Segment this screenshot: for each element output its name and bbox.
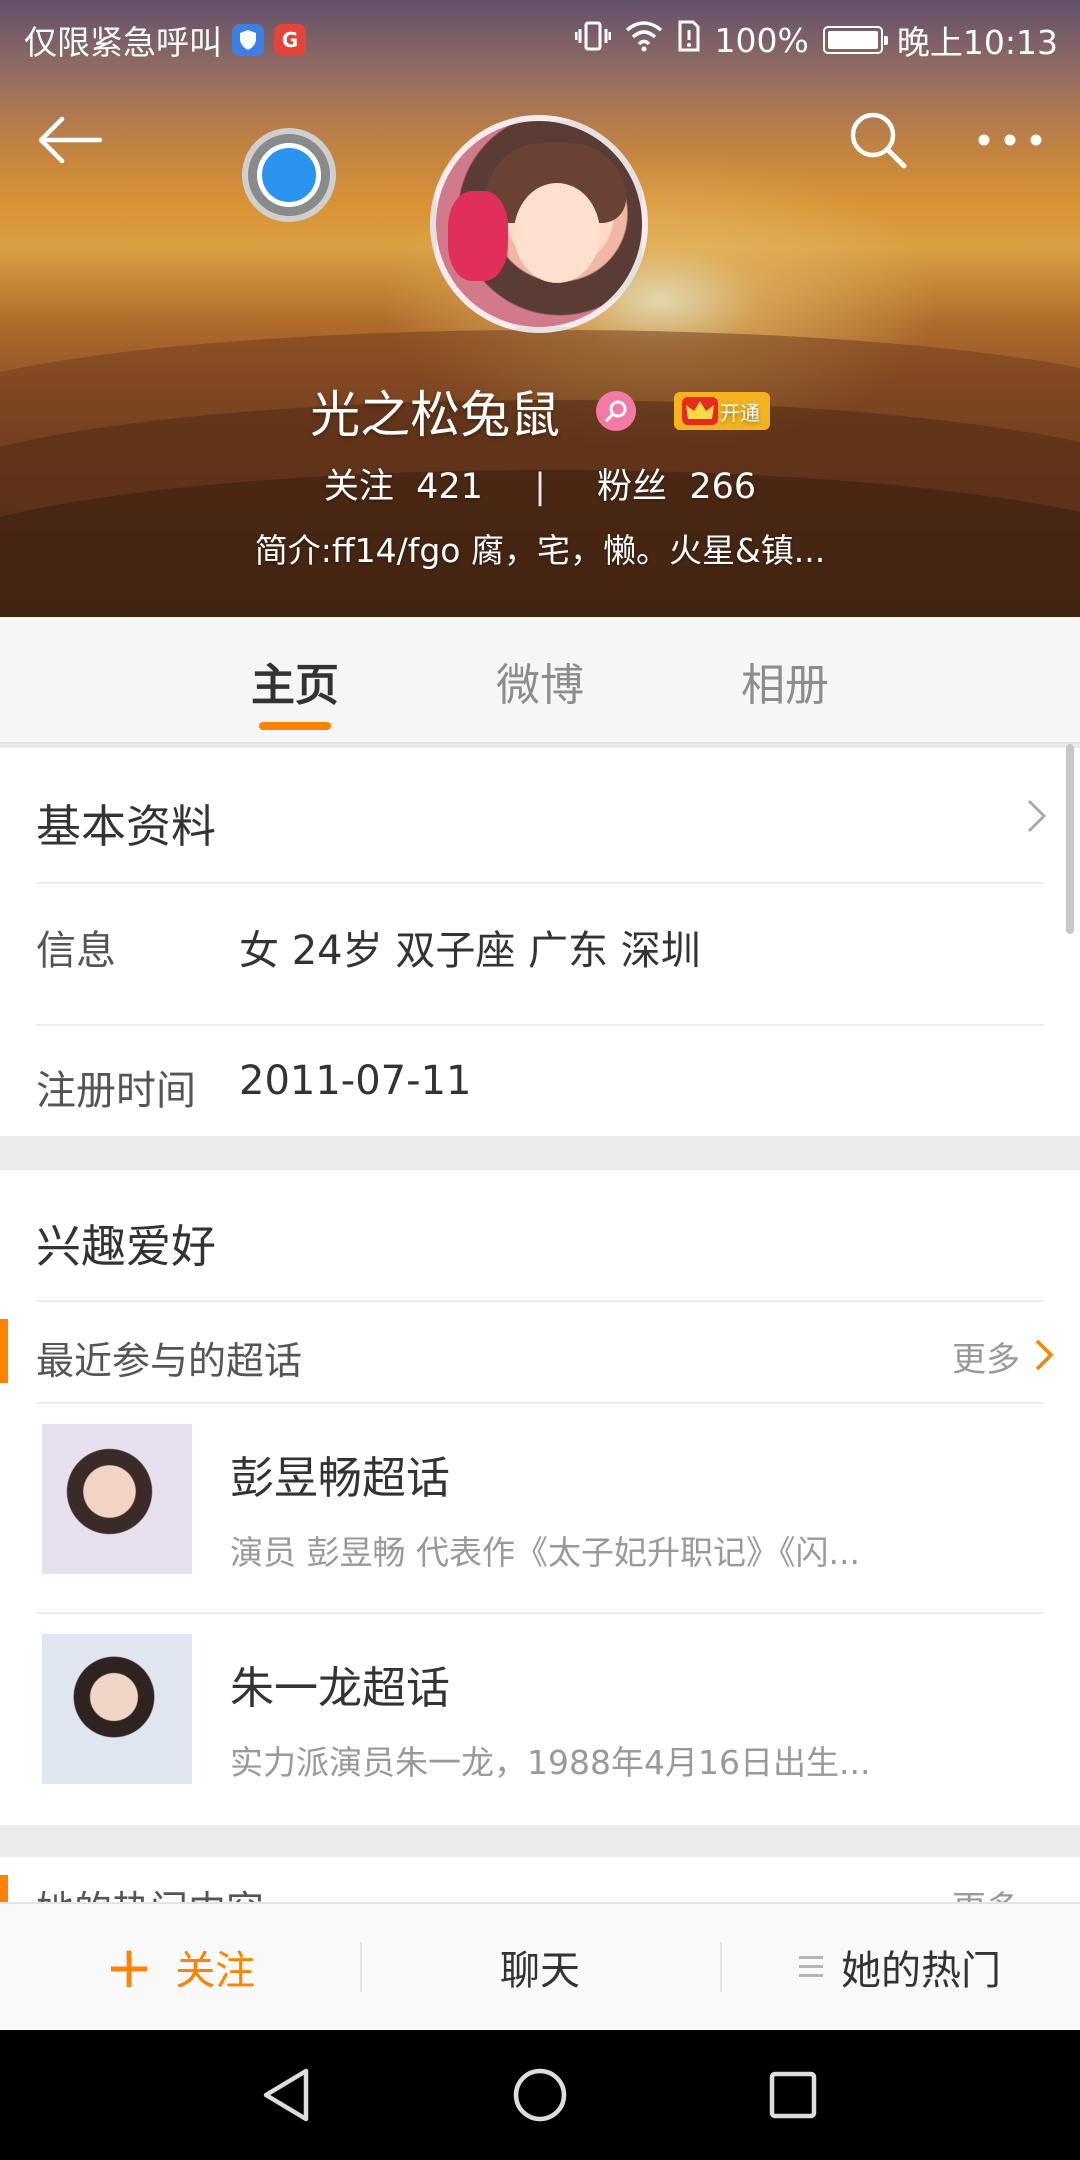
profile-page: 仅限紧急呼叫 G 100% 晚上10:13 光之松兔鼠 开通 关注 421 | … xyxy=(0,0,1080,2160)
hobby-card: 兴趣爱好 最近参与的超话 更多 彭昱畅超话 演员 彭昱畅 代表作《太子妃升职记》… xyxy=(0,1170,1080,1825)
bottom-action-bar: + 关注 聊天 她的热门 xyxy=(0,1902,1080,2030)
back-button[interactable] xyxy=(30,100,110,180)
active-tab-indicator xyxy=(259,722,331,730)
follow-label: 关注 xyxy=(175,1948,256,1994)
basic-info-header[interactable]: 基本资料 xyxy=(0,748,1080,882)
status-bar: 仅限紧急呼叫 G 100% 晚上10:13 xyxy=(0,0,1080,72)
profile-tabs: 主页 微博 相册 xyxy=(0,617,1080,744)
followers-label: 粉丝 xyxy=(597,467,668,507)
search-icon xyxy=(850,112,907,169)
profile-stats: 关注 421 | 粉丝 266 xyxy=(0,458,1080,509)
square-recents-icon xyxy=(770,2071,817,2119)
topic-description: 实力派演员朱一龙，1988年4月16日出生... xyxy=(230,1743,871,1782)
vip-open-badge[interactable]: 开通 xyxy=(673,392,770,430)
scrollbar[interactable] xyxy=(1066,744,1074,934)
register-label: 注册时间 xyxy=(36,1068,196,1114)
topic-name: 朱一龙超话 xyxy=(230,1663,450,1714)
tab-label: 微博 xyxy=(496,659,584,711)
profile-header: 仅限紧急呼叫 G 100% 晚上10:13 光之松兔鼠 开通 关注 421 | … xyxy=(0,0,1080,617)
tab-label: 主页 xyxy=(251,659,339,711)
nav-home-button[interactable] xyxy=(500,2055,580,2135)
profile-name: 光之松兔鼠 xyxy=(310,386,561,444)
stats-separator: | xyxy=(534,467,546,507)
system-nav-bar xyxy=(0,2030,1080,2160)
her-hot-button[interactable]: 她的热门 xyxy=(720,1904,1080,2030)
more-dots-icon xyxy=(978,134,1042,146)
basic-info-card: 基本资料 信息 女 24岁 双子座 广东 深圳 注册时间 2011-07-11 xyxy=(0,748,1080,1136)
circle-home-icon xyxy=(513,2068,567,2122)
nav-back-button[interactable] xyxy=(247,2055,327,2135)
list-item[interactable]: 朱一龙超话 实力派演员朱一龙，1988年4月16日出生... xyxy=(0,1614,1080,1822)
topic-thumbnail xyxy=(42,1634,192,1784)
profile-name-row: 光之松兔鼠 开通 xyxy=(0,375,1080,447)
her-hot-label: 她的热门 xyxy=(841,1948,1001,1994)
follow-button[interactable]: + 关注 xyxy=(0,1904,360,2030)
followers-count: 266 xyxy=(689,467,757,507)
clock: 晚上10:13 xyxy=(896,23,1058,62)
vibrate-icon xyxy=(574,20,612,60)
triangle-back-icon xyxy=(263,2068,308,2122)
search-button[interactable] xyxy=(838,100,918,180)
menu-icon xyxy=(799,1956,823,1978)
tab-home[interactable]: 主页 xyxy=(173,617,418,744)
basic-info-title: 基本资料 xyxy=(36,800,217,853)
list-item[interactable]: 彭昱畅超话 演员 彭昱畅 代表作《太子妃升职记》《闪... xyxy=(0,1404,1080,1612)
more-topics-link[interactable]: 更多 xyxy=(910,1320,1060,1390)
back-arrow-icon xyxy=(38,116,103,164)
tab-weibo[interactable]: 微博 xyxy=(418,617,663,744)
following-stat[interactable]: 关注 421 xyxy=(324,467,483,507)
nav-recents-button[interactable] xyxy=(753,2055,833,2135)
section-accent-bar xyxy=(0,1319,8,1383)
more-options-button[interactable] xyxy=(970,100,1050,180)
info-label: 信息 xyxy=(36,928,116,974)
divider xyxy=(36,1300,1044,1302)
info-value: 女 24岁 双子座 广东 深圳 xyxy=(239,928,701,974)
app-notification-icon: G xyxy=(274,24,306,56)
more-label: 更多 xyxy=(952,1340,1020,1380)
tab-album[interactable]: 相册 xyxy=(663,617,908,744)
divider xyxy=(36,882,1044,884)
battery-percent: 100% xyxy=(714,20,809,60)
following-label: 关注 xyxy=(323,467,394,507)
register-value: 2011-07-11 xyxy=(239,1058,472,1104)
status-left: 仅限紧急呼叫 G xyxy=(24,16,306,64)
status-right: 100% 晚上10:13 xyxy=(574,16,1058,64)
crown-icon xyxy=(681,397,718,425)
following-count: 421 xyxy=(416,467,483,507)
topic-description: 演员 彭昱畅 代表作《太子妃升职记》《闪... xyxy=(230,1533,860,1572)
battery-icon xyxy=(822,26,888,54)
chat-label: 聊天 xyxy=(500,1948,580,1994)
vip-label: 开通 xyxy=(719,400,760,425)
chat-button[interactable]: 聊天 xyxy=(360,1904,720,2030)
divider xyxy=(36,1024,1044,1026)
wifi-icon xyxy=(625,20,663,60)
avatar[interactable] xyxy=(430,115,648,333)
profile-bio[interactable]: 简介:ff14/fgo 腐，宅，懒。火星&镇... xyxy=(0,524,1080,572)
loading-indicator xyxy=(242,128,336,222)
followers-stat[interactable]: 粉丝 266 xyxy=(597,467,756,507)
shield-icon xyxy=(232,24,264,56)
recent-topics-label: 最近参与的超话 xyxy=(36,1339,303,1383)
topic-thumbnail xyxy=(42,1424,192,1574)
female-gender-icon xyxy=(596,391,636,431)
carrier-text: 仅限紧急呼叫 xyxy=(24,23,222,62)
plus-icon: + xyxy=(104,1933,154,2001)
sim-alert-icon xyxy=(677,20,701,60)
hobby-title: 兴趣爱好 xyxy=(36,1220,217,1273)
chevron-right-icon xyxy=(1035,1339,1054,1371)
topic-name: 彭昱畅超话 xyxy=(230,1453,450,1504)
tab-label: 相册 xyxy=(741,659,829,711)
chevron-right-icon xyxy=(1027,799,1047,833)
